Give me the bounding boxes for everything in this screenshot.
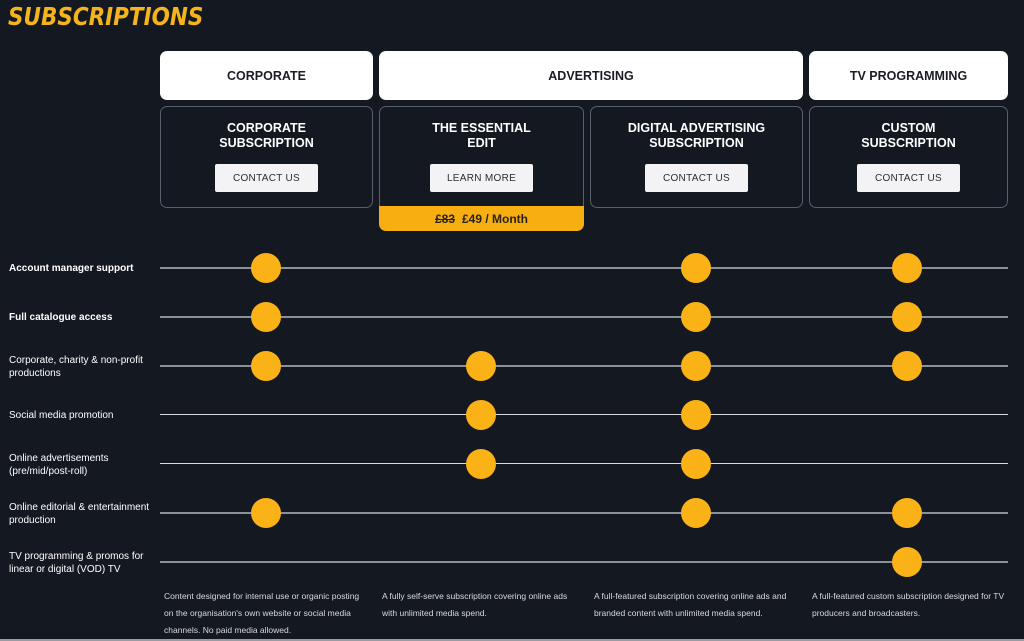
plan-name: DIGITAL ADVERTISING SUBSCRIPTION bbox=[627, 121, 766, 150]
included-dot-icon bbox=[892, 351, 922, 381]
plan-card-corporate-subscription: CORPORATE SUBSCRIPTION CONTACT US bbox=[160, 106, 373, 208]
plan-description-essential-edit: A fully self-serve subscription covering… bbox=[382, 591, 568, 618]
plan-name: THE ESSENTIAL EDIT bbox=[432, 121, 531, 150]
feature-row-line bbox=[160, 463, 1008, 464]
feature-row-line bbox=[160, 316, 1008, 318]
price-band: £83 £49 / Month bbox=[379, 206, 584, 231]
plan-card-custom-subscription: CUSTOM SUBSCRIPTION CONTACT US bbox=[809, 106, 1008, 208]
feature-label: Online advertisements (pre/mid/post-roll… bbox=[9, 453, 109, 477]
included-dot-icon bbox=[892, 302, 922, 332]
included-dot-icon bbox=[681, 351, 711, 381]
plan-description-digital-advertising: A full-featured subscription covering on… bbox=[594, 591, 787, 618]
included-dot-icon bbox=[466, 351, 496, 381]
learn-more-button[interactable]: LEARN MORE bbox=[430, 164, 533, 192]
included-dot-icon bbox=[251, 498, 281, 528]
feature-row-line bbox=[160, 365, 1008, 367]
plan-description-custom: A full-featured custom subscription desi… bbox=[812, 591, 1005, 618]
contact-us-button[interactable]: CONTACT US bbox=[645, 164, 748, 192]
included-dot-icon bbox=[466, 400, 496, 430]
included-dot-icon bbox=[251, 351, 281, 381]
included-dot-icon bbox=[251, 302, 281, 332]
included-dot-icon bbox=[681, 400, 711, 430]
feature-row-line bbox=[160, 512, 1008, 514]
included-dot-icon bbox=[681, 449, 711, 479]
category-advertising: ADVERTISING bbox=[379, 51, 803, 100]
contact-us-button[interactable]: CONTACT US bbox=[857, 164, 960, 192]
feature-label: Social media promotion bbox=[9, 410, 114, 421]
plan-card-digital-advertising-subscription: DIGITAL ADVERTISING SUBSCRIPTION CONTACT… bbox=[590, 106, 803, 208]
plan-description-corporate: Content designed for internal use or org… bbox=[164, 591, 360, 635]
included-dot-icon bbox=[892, 498, 922, 528]
feature-label: Online editorial & entertainment product… bbox=[9, 502, 150, 526]
feature-label: Account manager support bbox=[9, 263, 134, 274]
price-new: £49 / Month bbox=[462, 211, 529, 226]
feature-label: TV programming & promos for linear or di… bbox=[9, 551, 144, 575]
feature-row-line bbox=[160, 267, 1008, 269]
included-dot-icon bbox=[681, 253, 711, 283]
included-dot-icon bbox=[892, 253, 922, 283]
plan-name: CORPORATE SUBSCRIPTION bbox=[219, 121, 314, 150]
included-dot-icon bbox=[466, 449, 496, 479]
feature-label: Full catalogue access bbox=[9, 312, 113, 323]
category-tv-programming: TV PROGRAMMING bbox=[809, 51, 1008, 100]
category-corporate: CORPORATE bbox=[160, 51, 373, 100]
plan-card-essential-edit: THE ESSENTIAL EDIT LEARN MORE bbox=[379, 106, 584, 216]
contact-us-button[interactable]: CONTACT US bbox=[215, 164, 318, 192]
price-old: £83 bbox=[434, 211, 455, 226]
plan-name: CUSTOM SUBSCRIPTION bbox=[861, 121, 956, 150]
included-dot-icon bbox=[681, 498, 711, 528]
page-title: SUBSCRIPTIONS bbox=[8, 2, 204, 31]
included-dot-icon bbox=[251, 253, 281, 283]
feature-label: Corporate, charity & non-profit producti… bbox=[9, 355, 143, 379]
feature-row-line bbox=[160, 414, 1008, 415]
feature-row-line bbox=[160, 561, 1008, 563]
included-dot-icon bbox=[892, 547, 922, 577]
included-dot-icon bbox=[681, 302, 711, 332]
